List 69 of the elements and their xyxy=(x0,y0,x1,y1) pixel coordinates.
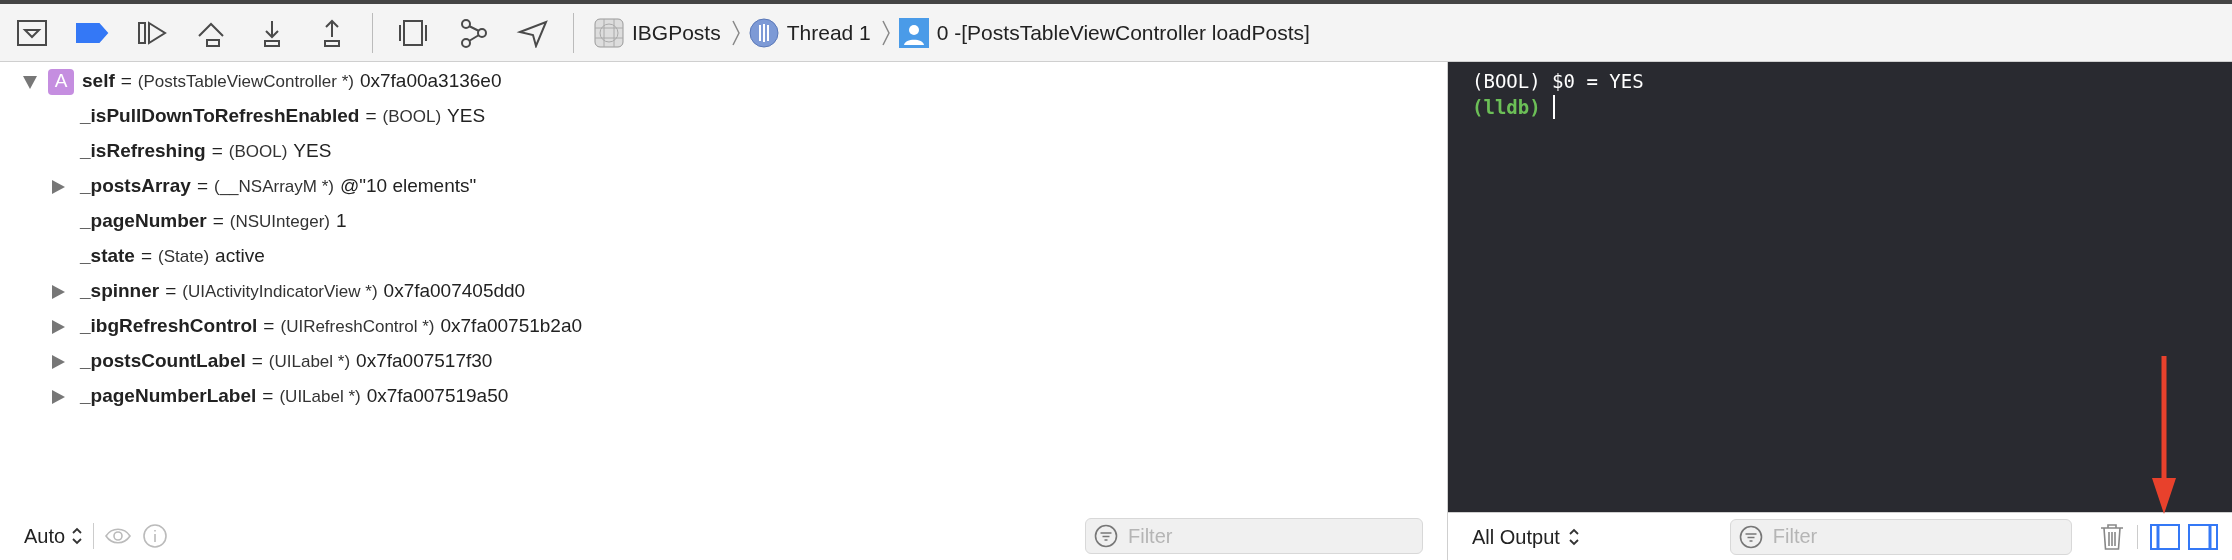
variables-filter-field[interactable]: Filter xyxy=(1085,518,1423,554)
expand-triangle-icon[interactable] xyxy=(50,178,66,195)
equals-sign: = xyxy=(251,349,263,374)
variable-value: @"10 elements" xyxy=(339,174,477,199)
console-line: (BOOL) $0 = YES xyxy=(1472,69,1644,94)
variable-name: _spinner xyxy=(80,279,160,304)
breadcrumb-item[interactable]: 0 -[PostsTableViewController loadPosts] xyxy=(936,16,1310,49)
variable-value: 0x7fa00a3136e0 xyxy=(359,69,502,94)
variable-name: self xyxy=(82,69,115,94)
variable-value: 0x7fa00751b2a0 xyxy=(440,314,583,339)
variable-value: YES xyxy=(447,104,486,129)
chevron-icon xyxy=(880,18,891,47)
variable-name: _pageNumber xyxy=(80,209,207,234)
show-variables-toggle[interactable] xyxy=(2150,523,2180,550)
updown-chevron-icon xyxy=(1567,526,1580,547)
variable-value: active xyxy=(215,244,265,269)
variable-value: 1 xyxy=(335,209,347,234)
breadcrumb-item[interactable]: IBGPosts xyxy=(632,16,721,49)
expand-triangle-icon[interactable] xyxy=(50,353,66,370)
variable-type: (BOOL) xyxy=(228,140,288,163)
equals-sign: = xyxy=(212,209,224,234)
variable-name: _isRefreshing xyxy=(80,139,206,164)
variable-name: _isPullDownToRefreshEnabled xyxy=(80,104,360,129)
app-icon xyxy=(594,17,624,48)
console-prompt: (lldb) xyxy=(1472,95,1541,120)
variable-type: (State) xyxy=(158,245,210,268)
expand-triangle-icon[interactable] xyxy=(50,283,66,300)
scope-selector[interactable]: Auto xyxy=(24,521,84,551)
thread-icon xyxy=(748,17,779,48)
updown-chevron-icon xyxy=(71,526,84,546)
variable-type: (UILabel *) xyxy=(268,350,351,373)
variable-value: 0x7fa007517f30 xyxy=(356,349,493,374)
console-filter-field[interactable]: Filter xyxy=(1729,518,2072,555)
variable-name: _pageNumberLabel xyxy=(80,384,257,409)
variable-type: (NSUInteger) xyxy=(229,210,330,233)
variable-type: (UIActivityIndicatorView *) xyxy=(182,280,378,303)
trash-icon[interactable] xyxy=(2099,522,2125,551)
user-icon xyxy=(898,17,929,48)
variable-name: _state xyxy=(80,244,135,269)
filter-icon xyxy=(1738,524,1763,549)
expand-triangle-icon[interactable] xyxy=(50,388,66,405)
equals-sign: = xyxy=(263,314,275,339)
variable-value: YES xyxy=(293,139,332,164)
equals-sign: = xyxy=(196,174,208,199)
variable-kind-badge: A xyxy=(48,68,74,95)
variable-type: (__NSArrayM *) xyxy=(214,175,334,198)
equals-sign: = xyxy=(262,384,274,409)
equals-sign: = xyxy=(365,104,377,129)
collapse-triangle-icon[interactable] xyxy=(22,73,38,90)
variable-value: 0x7fa007405dd0 xyxy=(383,279,526,304)
equals-sign: = xyxy=(140,244,153,269)
output-selector[interactable]: All Output xyxy=(1472,521,1580,552)
show-console-toggle[interactable] xyxy=(2188,523,2218,550)
variable-type: (BOOL) xyxy=(382,105,442,128)
expand-triangle-icon[interactable] xyxy=(50,318,66,335)
variable-name: _postsCountLabel xyxy=(80,349,246,374)
filter-icon xyxy=(1094,524,1118,548)
variable-type: (UIRefreshControl *) xyxy=(280,315,435,338)
equals-sign: = xyxy=(211,139,223,164)
console-output[interactable]: (BOOL) $0 = YES (lldb) xyxy=(1448,62,2232,512)
equals-sign: = xyxy=(120,69,132,94)
variable-type: (PostsTableViewController *) xyxy=(137,70,354,93)
variable-type: (UILabel *) xyxy=(279,385,361,408)
variable-name: _ibgRefreshControl xyxy=(80,314,258,339)
chevron-icon xyxy=(730,18,741,47)
variable-value: 0x7fa007519a50 xyxy=(366,384,509,409)
breadcrumb-item[interactable]: Thread 1 xyxy=(786,16,871,49)
equals-sign: = xyxy=(165,279,177,304)
variable-name: _postsArray xyxy=(80,174,191,199)
